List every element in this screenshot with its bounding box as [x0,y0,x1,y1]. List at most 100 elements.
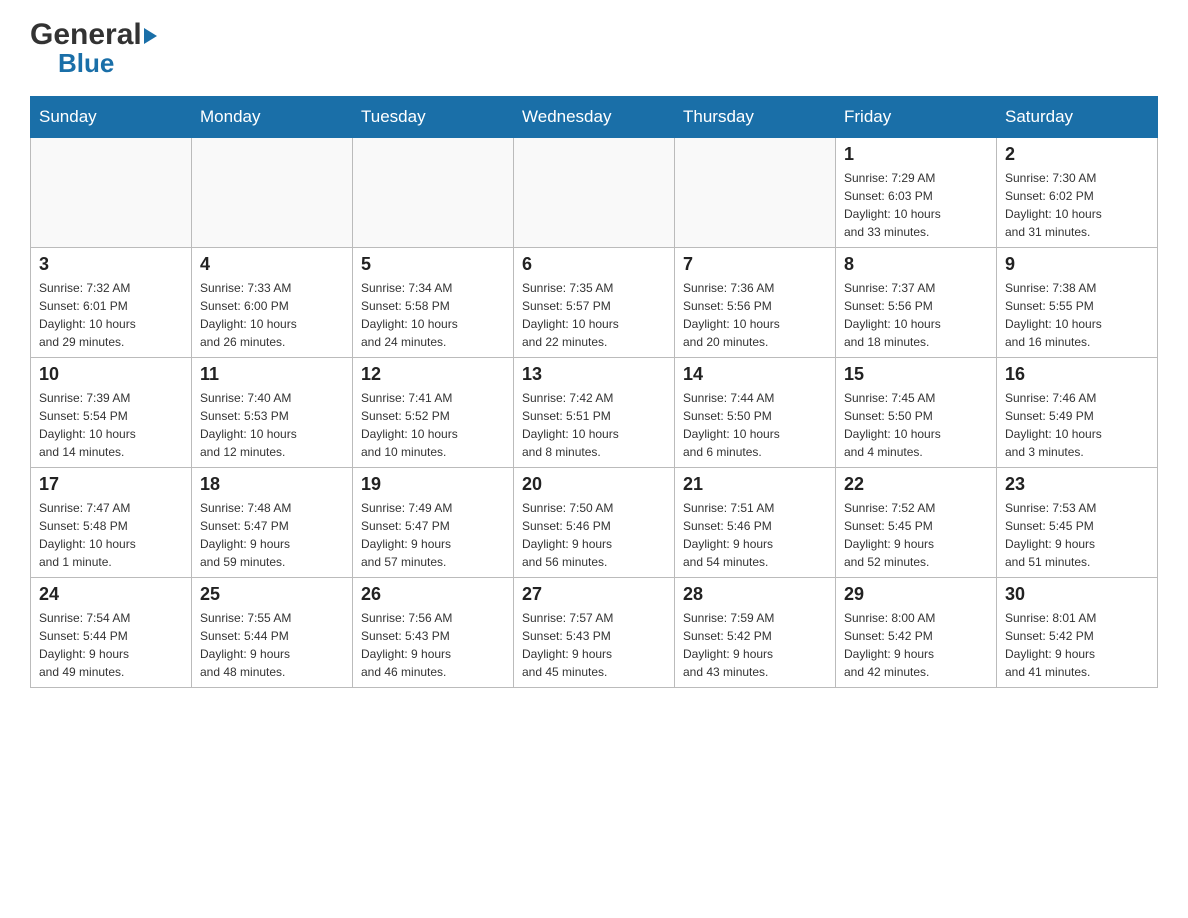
day-number: 16 [1005,364,1149,385]
day-info: Sunrise: 7:50 AMSunset: 5:46 PMDaylight:… [522,499,666,571]
day-info: Sunrise: 7:30 AMSunset: 6:02 PMDaylight:… [1005,169,1149,241]
calendar-cell: 28Sunrise: 7:59 AMSunset: 5:42 PMDayligh… [675,578,836,688]
weekday-header-saturday: Saturday [997,97,1158,138]
day-info: Sunrise: 7:55 AMSunset: 5:44 PMDaylight:… [200,609,344,681]
calendar-cell: 13Sunrise: 7:42 AMSunset: 5:51 PMDayligh… [514,358,675,468]
day-number: 19 [361,474,505,495]
calendar-cell: 25 Sunrise: 7:55 AMSunset: 5:44 PMDayligh… [192,578,353,688]
calendar-cell [675,138,836,248]
day-info: Sunrise: 7:47 AMSunset: 5:48 PMDaylight:… [39,499,183,571]
calendar-cell: 8 Sunrise: 7:37 AMSunset: 5:56 PMDaylight… [836,248,997,358]
weekday-header-tuesday: Tuesday [353,97,514,138]
calendar-cell: 1 Sunrise: 7:29 AMSunset: 6:03 PMDaylight… [836,138,997,248]
calendar-cell [31,138,192,248]
logo-general: General [30,20,157,50]
day-info: Sunrise: 7:44 AMSunset: 5:50 PMDaylight:… [683,389,827,461]
weekday-header-sunday: Sunday [31,97,192,138]
calendar-cell [353,138,514,248]
day-info: Sunrise: 7:38 AMSunset: 5:55 PMDaylight:… [1005,279,1149,351]
day-number: 24 [39,584,183,605]
day-info: Sunrise: 7:53 AMSunset: 5:45 PMDaylight:… [1005,499,1149,571]
calendar-cell: 14 Sunrise: 7:44 AMSunset: 5:50 PMDayligh… [675,358,836,468]
day-info: Sunrise: 7:35 AMSunset: 5:57 PMDaylight:… [522,279,666,351]
weekday-header-thursday: Thursday [675,97,836,138]
day-info: Sunrise: 7:54 AMSunset: 5:44 PMDaylight:… [39,609,183,681]
calendar-cell: 11Sunrise: 7:40 AMSunset: 5:53 PMDayligh… [192,358,353,468]
day-number: 21 [683,474,827,495]
calendar-cell: 27 Sunrise: 7:57 AMSunset: 5:43 PMDayligh… [514,578,675,688]
week-row-3: 17 Sunrise: 7:47 AMSunset: 5:48 PMDayligh… [31,468,1158,578]
day-info: Sunrise: 7:51 AMSunset: 5:46 PMDaylight:… [683,499,827,571]
calendar-cell: 20 Sunrise: 7:50 AMSunset: 5:46 PMDayligh… [514,468,675,578]
day-info: Sunrise: 7:49 AMSunset: 5:47 PMDaylight:… [361,499,505,571]
week-row-1: 3 Sunrise: 7:32 AMSunset: 6:01 PMDaylight… [31,248,1158,358]
day-info: Sunrise: 7:33 AMSunset: 6:00 PMDaylight:… [200,279,344,351]
day-number: 18 [200,474,344,495]
day-info: Sunrise: 7:46 AMSunset: 5:49 PMDaylight:… [1005,389,1149,461]
weekday-header-wednesday: Wednesday [514,97,675,138]
day-number: 23 [1005,474,1149,495]
day-number: 22 [844,474,988,495]
day-info: Sunrise: 7:56 AMSunset: 5:43 PMDaylight:… [361,609,505,681]
calendar-cell: 7 Sunrise: 7:36 AMSunset: 5:56 PMDaylight… [675,248,836,358]
day-number: 30 [1005,584,1149,605]
day-number: 1 [844,144,988,165]
day-info: Sunrise: 7:37 AMSunset: 5:56 PMDaylight:… [844,279,988,351]
week-row-2: 10 Sunrise: 7:39 AMSunset: 5:54 PMDayligh… [31,358,1158,468]
day-info: Sunrise: 7:32 AMSunset: 6:01 PMDaylight:… [39,279,183,351]
calendar-cell [514,138,675,248]
day-number: 8 [844,254,988,275]
calendar-cell: 12 Sunrise: 7:41 AMSunset: 5:52 PMDayligh… [353,358,514,468]
weekday-header-monday: Monday [192,97,353,138]
calendar-cell: 10 Sunrise: 7:39 AMSunset: 5:54 PMDayligh… [31,358,192,468]
day-number: 14 [683,364,827,385]
day-number: 15 [844,364,988,385]
calendar-cell: 4 Sunrise: 7:33 AMSunset: 6:00 PMDaylight… [192,248,353,358]
week-row-0: 1 Sunrise: 7:29 AMSunset: 6:03 PMDaylight… [31,138,1158,248]
calendar-cell: 23 Sunrise: 7:53 AMSunset: 5:45 PMDayligh… [997,468,1158,578]
calendar-cell: 21 Sunrise: 7:51 AMSunset: 5:46 PMDayligh… [675,468,836,578]
day-info: Sunrise: 7:29 AMSunset: 6:03 PMDaylight:… [844,169,988,241]
calendar-cell: 2 Sunrise: 7:30 AMSunset: 6:02 PMDaylight… [997,138,1158,248]
calendar-cell [192,138,353,248]
day-number: 6 [522,254,666,275]
day-info: Sunrise: 7:57 AMSunset: 5:43 PMDaylight:… [522,609,666,681]
weekday-header-row: SundayMondayTuesdayWednesdayThursdayFrid… [31,97,1158,138]
day-number: 10 [39,364,183,385]
calendar-cell: 16 Sunrise: 7:46 AMSunset: 5:49 PMDayligh… [997,358,1158,468]
day-number: 25 [200,584,344,605]
day-number: 20 [522,474,666,495]
calendar-cell: 15 Sunrise: 7:45 AMSunset: 5:50 PMDayligh… [836,358,997,468]
day-info: Sunrise: 7:39 AMSunset: 5:54 PMDaylight:… [39,389,183,461]
day-number: 7 [683,254,827,275]
day-number: 11 [200,364,344,385]
day-info: Sunrise: 7:52 AMSunset: 5:45 PMDaylight:… [844,499,988,571]
day-info: Sunrise: 7:48 AMSunset: 5:47 PMDaylight:… [200,499,344,571]
day-number: 5 [361,254,505,275]
calendar-cell: 26 Sunrise: 7:56 AMSunset: 5:43 PMDayligh… [353,578,514,688]
day-info: Sunrise: 8:00 AMSunset: 5:42 PMDaylight:… [844,609,988,681]
day-number: 27 [522,584,666,605]
calendar-cell: 29 Sunrise: 8:00 AMSunset: 5:42 PMDayligh… [836,578,997,688]
day-info: Sunrise: 7:42 AMSunset: 5:51 PMDaylight:… [522,389,666,461]
calendar-table: SundayMondayTuesdayWednesdayThursdayFrid… [30,96,1158,688]
weekday-header-friday: Friday [836,97,997,138]
day-number: 3 [39,254,183,275]
calendar-cell: 5Sunrise: 7:34 AMSunset: 5:58 PMDaylight… [353,248,514,358]
calendar-cell: 24 Sunrise: 7:54 AMSunset: 5:44 PMDayligh… [31,578,192,688]
day-info: Sunrise: 8:01 AMSunset: 5:42 PMDaylight:… [1005,609,1149,681]
day-number: 17 [39,474,183,495]
calendar-cell: 19 Sunrise: 7:49 AMSunset: 5:47 PMDayligh… [353,468,514,578]
page-header: General Blue [30,20,1158,76]
day-number: 4 [200,254,344,275]
calendar-cell: 9Sunrise: 7:38 AMSunset: 5:55 PMDaylight… [997,248,1158,358]
calendar-cell: 22 Sunrise: 7:52 AMSunset: 5:45 PMDayligh… [836,468,997,578]
day-info: Sunrise: 7:45 AMSunset: 5:50 PMDaylight:… [844,389,988,461]
day-info: Sunrise: 7:36 AMSunset: 5:56 PMDaylight:… [683,279,827,351]
day-number: 2 [1005,144,1149,165]
day-number: 26 [361,584,505,605]
day-number: 29 [844,584,988,605]
day-number: 12 [361,364,505,385]
day-info: Sunrise: 7:41 AMSunset: 5:52 PMDaylight:… [361,389,505,461]
day-number: 28 [683,584,827,605]
